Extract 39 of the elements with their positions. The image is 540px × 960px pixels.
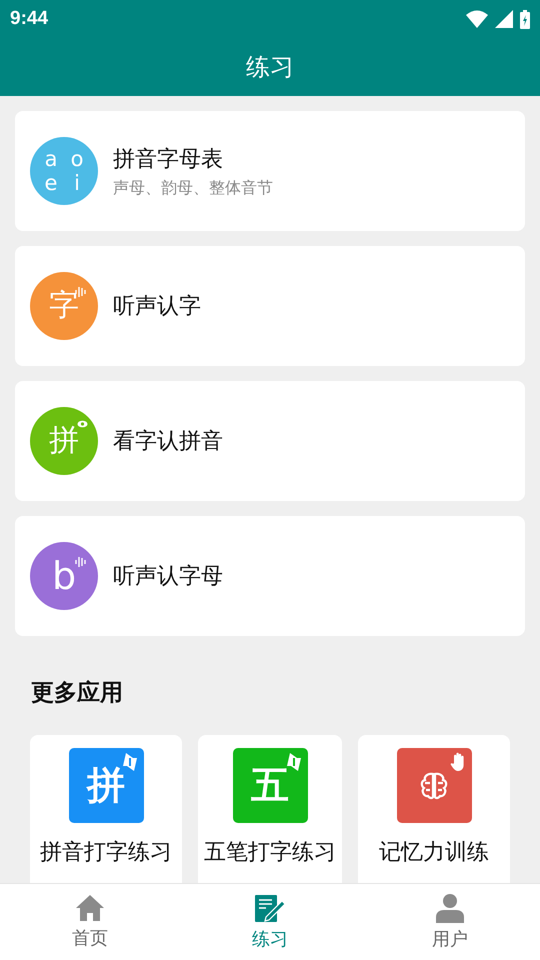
battery-icon bbox=[520, 10, 530, 28]
app-glyph: 五 bbox=[251, 762, 289, 809]
user-icon bbox=[435, 893, 465, 923]
notepad-pencil-icon bbox=[254, 894, 286, 922]
badge-letter: o bbox=[70, 147, 84, 171]
badge-letter: a bbox=[44, 147, 58, 171]
app-label: 五笔打字练习 bbox=[204, 839, 336, 867]
sound-wave-icon bbox=[75, 556, 87, 568]
exercise-card[interactable]: 字 听声认字 bbox=[15, 246, 525, 366]
badge-glyph: 字 bbox=[49, 289, 79, 323]
home-icon bbox=[75, 894, 105, 922]
badge-letter: i bbox=[73, 171, 81, 195]
wifi-icon bbox=[466, 10, 488, 28]
status-time: 9:44 bbox=[10, 8, 48, 30]
exercise-card[interactable]: 拼 看字认拼音 bbox=[15, 381, 525, 501]
nav-tab[interactable]: 首页 bbox=[0, 884, 180, 960]
app-label: 记忆力训练 bbox=[379, 839, 489, 867]
app-label: 拼音打字练习 bbox=[40, 839, 172, 867]
nav-tab[interactable]: 练习 bbox=[180, 884, 360, 960]
exercise-subtitle: 声母、韵母、整体音节 bbox=[113, 178, 273, 198]
eye-icon bbox=[77, 420, 88, 428]
exercise-title: 看字认拼音 bbox=[113, 428, 223, 456]
section-title: 更多应用 bbox=[30, 679, 124, 708]
badge-glyph: b bbox=[52, 559, 76, 593]
nav-tab[interactable]: 用户 bbox=[360, 884, 540, 960]
app-card[interactable]: 五 五笔打字练习 bbox=[198, 735, 342, 883]
exercise-title: 听声认字母 bbox=[113, 563, 223, 591]
exercise-title: 听声认字 bbox=[113, 293, 201, 321]
app-card[interactable]: 记忆力训练 bbox=[358, 735, 510, 883]
page-title: 练习 bbox=[246, 52, 294, 83]
exercise-card[interactable]: b 听声认字母 bbox=[15, 516, 525, 636]
exercise-card[interactable]: a o e i 拼音字母表 声母、韵母、整体音节 bbox=[15, 111, 525, 231]
badge-glyph: 拼 bbox=[49, 424, 79, 458]
signal-icon bbox=[495, 10, 513, 28]
badge-letter: e bbox=[44, 171, 58, 195]
app-glyph: 拼 bbox=[87, 762, 125, 809]
brain-icon bbox=[419, 770, 449, 800]
app-card[interactable]: 拼 拼音打字练习 bbox=[30, 735, 182, 883]
exercise-title: 拼音字母表 bbox=[113, 146, 224, 174]
